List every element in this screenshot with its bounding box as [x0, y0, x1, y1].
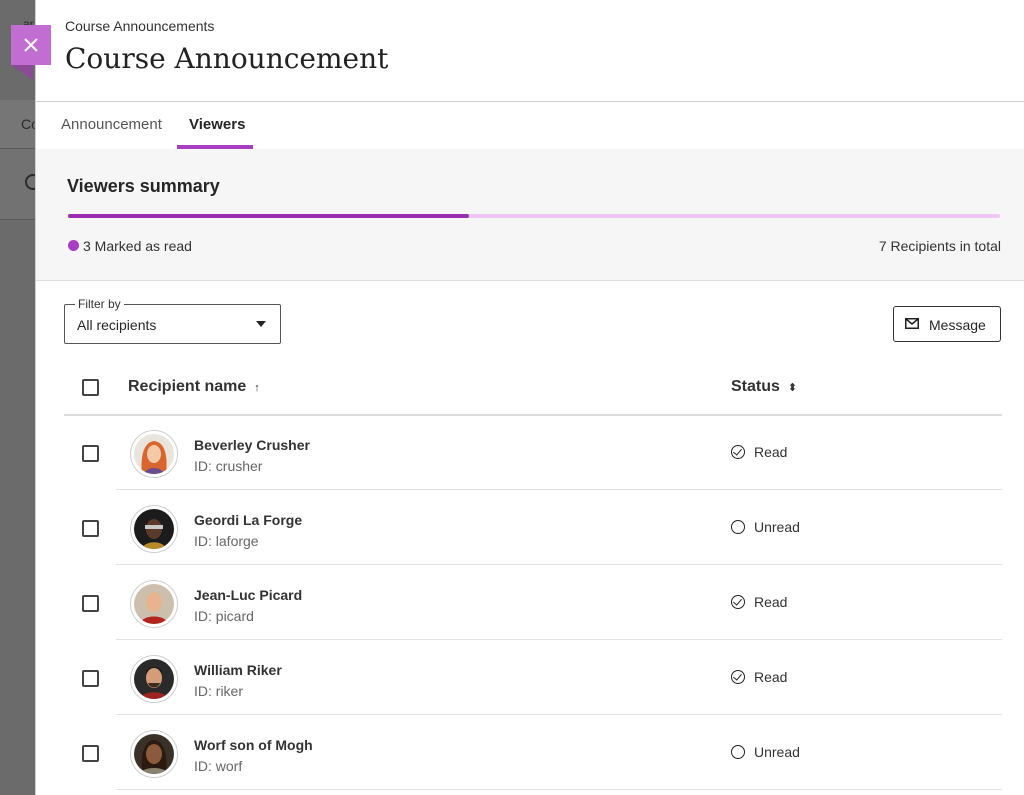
message-button[interactable]: Message — [893, 306, 1001, 342]
envelope-icon — [905, 318, 919, 329]
row-checkbox[interactable] — [82, 670, 99, 687]
column-header-status[interactable]: Status ⬍ — [731, 378, 797, 396]
status-label: Unread — [754, 519, 800, 535]
empty-circle-icon — [731, 520, 745, 534]
filter-select[interactable]: Filter by All recipients — [64, 297, 281, 344]
filter-value: All recipients — [77, 317, 157, 333]
status-label: Read — [754, 594, 788, 610]
status-label: Read — [754, 669, 788, 685]
status-label: Read — [754, 444, 788, 460]
row-divider — [116, 639, 1002, 640]
table-row: Beverley Crusher ID: crusher Read — [64, 416, 1002, 490]
panel-header: Course Announcements Course Announcement — [36, 0, 1024, 102]
recipient-name: Beverley Crusher — [194, 437, 310, 453]
row-divider — [116, 714, 1002, 715]
row-checkbox[interactable] — [82, 595, 99, 612]
status-cell: Unread — [731, 519, 800, 535]
status-cell: Read — [731, 669, 787, 685]
row-checkbox[interactable] — [82, 445, 99, 462]
recipient-id: ID: picard — [194, 608, 254, 624]
recipient-id: ID: laforge — [194, 533, 259, 549]
status-cell: Read — [731, 444, 787, 460]
recipient-name: Jean-Luc Picard — [194, 587, 303, 603]
avatar — [130, 655, 178, 703]
recipient-name: Worf son of Mogh — [194, 737, 313, 753]
sort-ascending-icon: ↑ — [254, 382, 260, 394]
read-progress-fill — [68, 214, 469, 218]
message-button-label: Message — [929, 317, 986, 333]
avatar — [130, 430, 178, 478]
table-row: Geordi La Forge ID: laforge Unread — [64, 491, 1002, 565]
close-button-tail — [11, 65, 33, 80]
close-icon — [24, 38, 38, 52]
tab-bar: Announcement Viewers — [36, 102, 1024, 150]
check-circle-icon — [731, 670, 745, 684]
close-button[interactable] — [11, 25, 51, 65]
table-row: William Riker ID: riker Read — [64, 641, 1002, 715]
breadcrumb[interactable]: Course Announcements — [65, 18, 214, 34]
avatar — [130, 505, 178, 553]
page-title: Course Announcement — [65, 42, 389, 75]
row-checkbox[interactable] — [82, 745, 99, 762]
status-cell: Read — [731, 594, 787, 610]
column-header-name[interactable]: Recipient name ↑ — [128, 378, 260, 396]
table-header: Recipient name ↑ Status ⬍ — [64, 362, 1002, 416]
legend-dot-icon — [68, 240, 79, 251]
recipient-id: ID: worf — [194, 758, 243, 774]
recipient-id: ID: crusher — [194, 458, 263, 474]
summary-heading: Viewers summary — [67, 176, 220, 196]
side-panel: Course Announcements Course Announcement… — [35, 0, 1024, 795]
column-header-status-label: Status — [731, 378, 780, 395]
row-checkbox[interactable] — [82, 520, 99, 537]
row-divider — [116, 789, 1002, 790]
status-label: Unread — [754, 744, 800, 760]
check-circle-icon — [731, 595, 745, 609]
row-divider — [116, 489, 1002, 490]
tab-announcement[interactable]: Announcement — [61, 116, 162, 133]
column-header-name-label: Recipient name — [128, 378, 247, 395]
total-recipients-label: 7 Recipients in total — [878, 238, 1001, 254]
chevron-down-icon — [256, 321, 266, 327]
tab-viewers[interactable]: Viewers — [189, 116, 245, 133]
read-count-label: 3 Marked as read — [83, 238, 192, 254]
viewers-summary: Viewers summary 3 Marked as read 7 Recip… — [36, 149, 1024, 281]
select-all-checkbox[interactable] — [82, 379, 99, 396]
avatar — [130, 730, 178, 778]
recipient-id: ID: riker — [194, 683, 243, 699]
check-circle-icon — [731, 445, 745, 459]
avatar — [130, 580, 178, 628]
read-progress-bar — [68, 214, 1000, 218]
table-row: Jean-Luc Picard ID: picard Read — [64, 566, 1002, 640]
filter-label: Filter by — [75, 297, 124, 311]
recipient-name: Geordi La Forge — [194, 512, 303, 528]
status-cell: Unread — [731, 744, 800, 760]
sort-both-icon: ⬍ — [787, 382, 798, 394]
empty-circle-icon — [731, 745, 745, 759]
table-row: Worf son of Mogh ID: worf Unread — [64, 716, 1002, 790]
recipient-name: William Riker — [194, 662, 282, 678]
row-divider — [116, 564, 1002, 565]
